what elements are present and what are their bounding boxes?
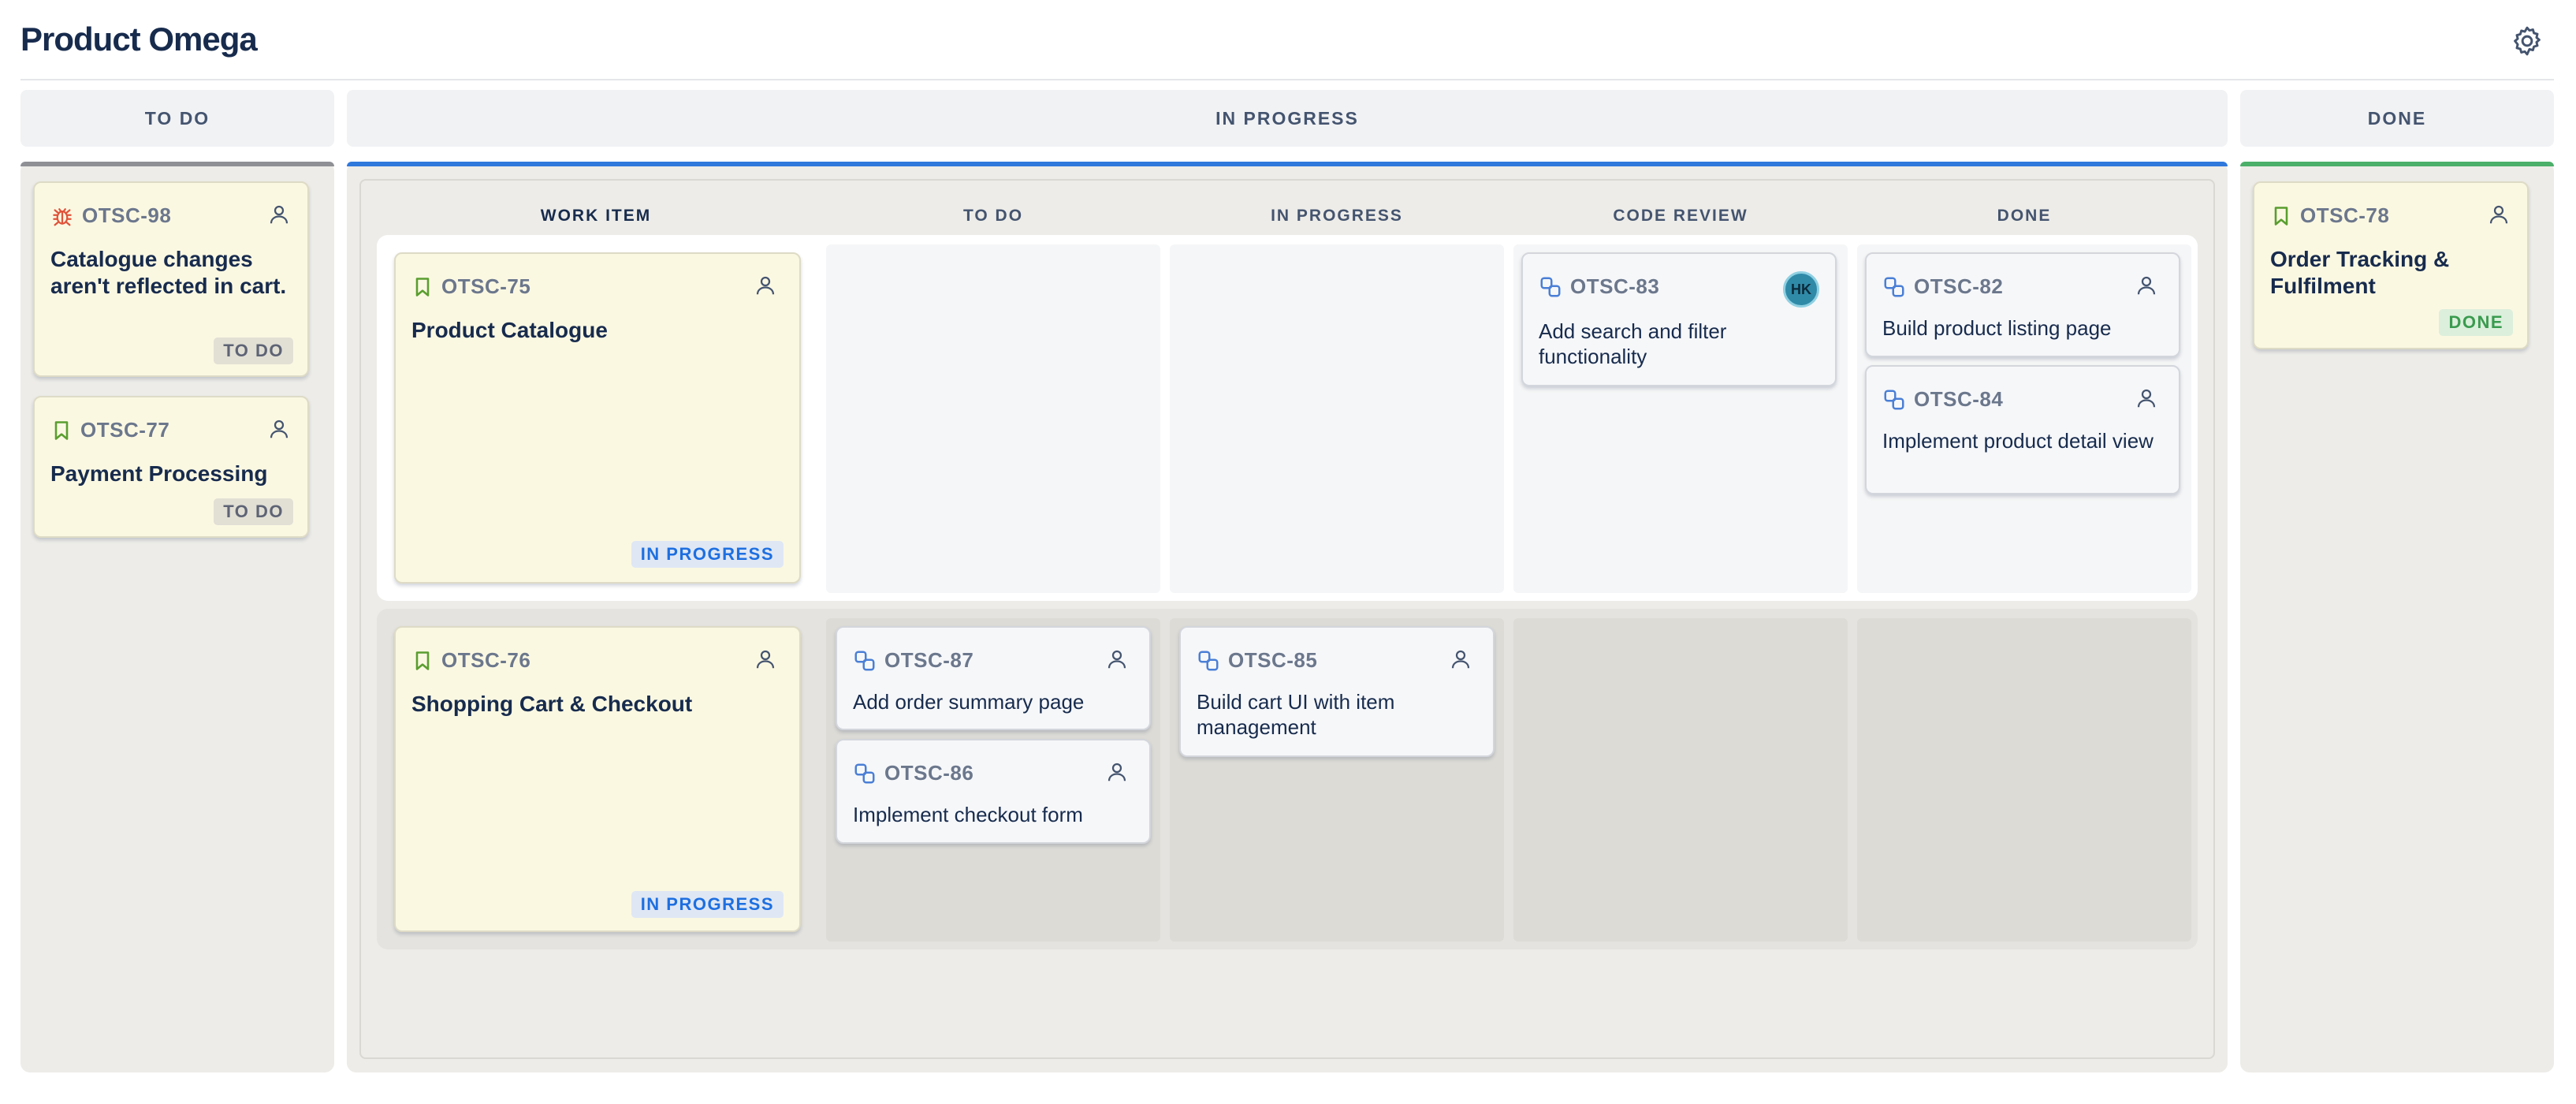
subtask-icon	[854, 763, 875, 783]
status-badge: DONE	[2439, 309, 2513, 336]
unassigned-user-icon[interactable]	[263, 413, 295, 445]
card-key: OTSC-83	[1570, 274, 1660, 298]
card-title: Product Catalogue	[411, 318, 608, 342]
subcolumn-header-todo: TO DO	[962, 207, 1024, 225]
unassigned-user-icon[interactable]	[750, 270, 781, 301]
card-otsc-75[interactable]: OTSC-75 Product Catalogue IN PROGRESS	[394, 252, 801, 584]
card-key: OTSC-98	[82, 203, 172, 227]
card-otsc-84[interactable]: OTSC-84 Implement product detail view	[1865, 365, 2180, 494]
unassigned-user-icon[interactable]	[750, 643, 781, 675]
card-key-row: OTSC-77	[50, 418, 169, 442]
unassigned-user-icon[interactable]	[1101, 756, 1133, 788]
card-key: OTSC-85	[1228, 648, 1318, 672]
card-key-row: OTSC-83	[1539, 274, 1659, 299]
card-otsc-77[interactable]: OTSC-77 Payment Processing TO DO	[33, 396, 309, 538]
subtask-icon	[1884, 390, 1904, 409]
card-title: Implement product detail view	[1882, 429, 2153, 453]
header-divider	[20, 79, 2554, 80]
card-key-row: OTSC-84	[1882, 387, 2003, 412]
card-otsc-87[interactable]: OTSC-87 Add order summary page	[836, 626, 1151, 730]
cell-done	[1857, 618, 2191, 942]
card-key-row: OTSC-87	[853, 648, 973, 673]
status-badge: TO DO	[214, 498, 293, 525]
card-key: OTSC-75	[441, 274, 531, 298]
unassigned-user-icon[interactable]	[1101, 643, 1133, 675]
card-title: Payment Processing	[50, 461, 268, 486]
cell-code-review	[1513, 618, 1848, 942]
unassigned-user-icon[interactable]	[2131, 270, 2162, 301]
subcolumn-header-work-item: WORK ITEM	[540, 207, 652, 225]
top-bar: Product Omega	[0, 0, 2576, 79]
card-title: Add order summary page	[853, 690, 1085, 714]
subtask-icon	[1540, 277, 1561, 297]
avatar[interactable]: HK	[1783, 271, 1819, 308]
bookmark-icon	[2274, 206, 2288, 226]
gear-icon[interactable]	[2510, 24, 2544, 58]
status-badge: TO DO	[214, 338, 293, 364]
subtask-icon	[854, 651, 875, 670]
status-badge: IN PROGRESS	[631, 891, 784, 918]
card-otsc-86[interactable]: OTSC-86 Implement checkout form	[836, 739, 1151, 844]
column-accent-line	[347, 162, 2228, 166]
column-header-in-progress: IN PROGRESS	[347, 90, 2228, 147]
subcolumn-header-in-progress: IN PROGRESS	[1271, 207, 1403, 225]
column-accent-line	[2240, 162, 2554, 166]
card-key: OTSC-87	[884, 648, 974, 672]
card-key: OTSC-76	[441, 648, 531, 672]
column-todo: OTSC-98 Catalogue changes aren't reflect…	[20, 162, 334, 1072]
card-title: Build cart UI with item management	[1197, 690, 1395, 739]
card-key-row: OTSC-78	[2270, 203, 2389, 228]
subtask-icon	[1884, 277, 1904, 297]
cell-in-progress	[1170, 244, 1504, 593]
card-key-row: OTSC-76	[411, 648, 530, 673]
bookmark-icon	[415, 651, 430, 670]
card-otsc-76[interactable]: OTSC-76 Shopping Cart & Checkout IN PROG…	[394, 626, 801, 932]
column-header-todo: TO DO	[20, 90, 334, 147]
subcolumn-header-done: DONE	[1997, 207, 2052, 225]
card-key: OTSC-77	[80, 418, 170, 442]
card-key-row: OTSC-86	[853, 761, 973, 785]
card-title: Implement checkout form	[853, 803, 1083, 826]
unassigned-user-icon[interactable]	[1445, 643, 1476, 675]
card-key: OTSC-84	[1914, 387, 2004, 411]
card-otsc-85[interactable]: OTSC-85 Build cart UI with item manageme…	[1179, 626, 1495, 757]
card-otsc-82[interactable]: OTSC-82 Build product listing page	[1865, 252, 2180, 357]
card-key: OTSC-86	[884, 761, 974, 785]
cell-todo	[826, 244, 1160, 593]
card-key-row: OTSC-85	[1197, 648, 1317, 673]
bug-icon	[53, 207, 72, 226]
card-otsc-78[interactable]: OTSC-78 Order Tracking & Fulfilment DONE	[2253, 181, 2529, 349]
column-accent-line	[20, 162, 334, 166]
subtask-icon	[1198, 651, 1219, 670]
card-title: Order Tracking & Fulfilment	[2270, 247, 2450, 298]
card-otsc-98[interactable]: OTSC-98 Catalogue changes aren't reflect…	[33, 181, 309, 377]
column-header-done: DONE	[2240, 90, 2554, 147]
unassigned-user-icon[interactable]	[263, 199, 295, 230]
card-key-row: OTSC-98	[50, 203, 171, 228]
bookmark-icon	[415, 277, 430, 297]
column-done: OTSC-78 Order Tracking & Fulfilment DONE	[2240, 162, 2554, 1072]
card-key: OTSC-78	[2300, 203, 2390, 227]
unassigned-user-icon[interactable]	[2131, 382, 2162, 414]
card-title: Add search and filter functionality	[1539, 319, 1727, 368]
card-title: Build product listing page	[1882, 316, 2112, 340]
card-key-row: OTSC-75	[411, 274, 530, 299]
unassigned-user-icon[interactable]	[2483, 199, 2515, 230]
card-title: Catalogue changes aren't reflected in ca…	[50, 247, 287, 298]
status-badge: IN PROGRESS	[631, 541, 784, 568]
card-title: Shopping Cart & Checkout	[411, 692, 693, 716]
card-otsc-83[interactable]: OTSC-83 HK Add search and filter functio…	[1521, 252, 1837, 386]
card-key: OTSC-82	[1914, 274, 2004, 298]
project-title: Product Omega	[20, 21, 258, 58]
subcolumn-header-code-review: CODE REVIEW	[1613, 207, 1748, 225]
card-key-row: OTSC-82	[1882, 274, 2003, 299]
bookmark-icon	[54, 420, 69, 440]
